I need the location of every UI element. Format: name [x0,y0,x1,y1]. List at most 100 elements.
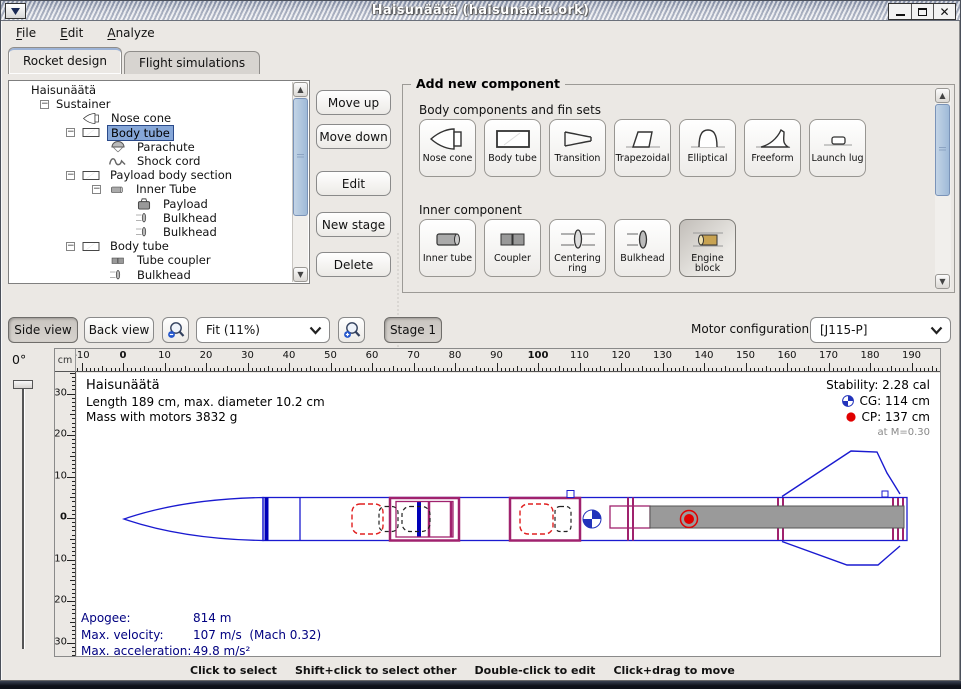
chevron-down-icon [309,326,322,335]
zoom-in-icon [342,320,362,340]
fin-top[interactable] [782,451,900,497]
rocket-name: Haisunäätä [86,378,325,395]
add-component-title: Add new component [411,76,565,91]
component-tree[interactable]: Haisunäätä−SustainerNose cone−Body tubeP… [8,80,310,284]
tree-item[interactable]: Tube coupler [10,253,292,267]
add-engine-block-button[interactable]: Engine block [679,219,736,277]
ruler-label: 60 [366,350,379,361]
tree-collapse-icon[interactable]: − [66,242,75,251]
innertube-icon [428,226,468,252]
tree-item[interactable]: Bulkhead [10,225,292,239]
motor-configuration-select[interactable]: [J115-P] [810,317,951,343]
tree-item-label: Tube coupler [134,253,214,267]
tree-item-label: Bulkhead [160,225,220,239]
title-bar[interactable]: Haisunäätä (haisunaata.ork) ✕ [1,1,960,21]
scroll-up-icon[interactable]: ▲ [293,82,308,97]
minimize-button[interactable] [889,4,911,19]
maximize-button[interactable] [911,4,933,19]
add-coupler-button[interactable]: Coupler [484,219,541,277]
tree-item[interactable]: −Body tube [10,126,292,140]
tree-scrollbar-thumb[interactable] [293,98,308,216]
menu-edit[interactable]: Edit [60,26,83,40]
tree-item[interactable]: Parachute [10,140,292,154]
edit-button[interactable]: Edit [316,171,391,196]
tree-item[interactable]: Payload [10,197,292,211]
zoom-out-button[interactable] [162,317,189,343]
add-trapezoidal-button[interactable]: Trapezoidal [614,119,671,177]
tree-item[interactable]: Haisunäätä [10,83,292,97]
add-freeform-button[interactable]: Freeform [744,119,801,177]
launch-lug[interactable] [882,491,888,497]
tree-collapse-icon[interactable]: − [92,185,101,194]
ruler-label: -10 [76,350,90,361]
tab-rocket-design[interactable]: Rocket design [8,47,122,74]
side-view-button[interactable]: Side view [8,317,78,343]
ruler-label: 20 [200,350,213,361]
scroll-down-icon[interactable]: ▼ [293,267,308,282]
tree-item-label: Parachute [134,140,198,154]
tree-scrollbar[interactable]: ▲ ▼ [292,82,308,282]
flight-stat-row: Max. acceleration:49.8 m/s² [81,643,321,656]
component-panel-scrollbar[interactable]: ▲ ▼ [935,88,951,289]
tab-flight-simulations[interactable]: Flight simulations [124,51,260,74]
tree-item[interactable]: Bulkhead [10,211,292,225]
menu-file[interactable]: File [16,26,36,40]
rotation-slider-track[interactable] [22,384,24,649]
delete-button[interactable]: Delete [316,252,391,277]
move-down-button[interactable]: Move down [316,124,391,149]
move-up-button[interactable]: Move up [316,90,391,115]
add-inner-tube-button[interactable]: Inner tube [419,219,476,277]
tree-collapse-icon[interactable]: − [66,128,75,137]
motor-configuration-label: Motor configuration: [691,322,813,336]
tree-item-label: Bulkhead [134,268,194,282]
tree-item-label: Haisunäätä [28,83,99,97]
scroll-down-icon[interactable]: ▼ [935,274,950,289]
component-scrollbar-thumb[interactable] [935,104,950,196]
rotation-slider-handle[interactable] [13,380,33,389]
menu-analyze[interactable]: Analyze [107,26,154,40]
ruler-label: 90 [490,350,503,361]
tree-item[interactable]: Shock cord [10,154,292,168]
tree-item[interactable]: Bulkhead [10,267,292,281]
mach-condition: at M=0.30 [826,426,930,440]
bulkhead-icon [133,211,155,224]
tree-collapse-icon[interactable]: − [40,100,49,109]
chevron-down-icon [930,326,943,335]
flight-stat-row: Max. velocity:107 m/s (Mach 0.32) [81,627,321,644]
rocket-canvas[interactable]: Haisunäätä Length 189 cm, max. diameter … [77,373,940,656]
zoom-level-select[interactable]: Fit (11%) [196,317,330,343]
stability-value: Stability: 2.28 cal [826,377,930,393]
zoom-in-button[interactable] [338,317,365,343]
add-centering-ring-button[interactable]: Centering ring [549,219,606,277]
add-bulkhead-button[interactable]: Bulkhead [614,219,671,277]
parachute-outline[interactable] [352,504,383,534]
tree-collapse-icon[interactable]: − [66,171,75,180]
rotation-angle-label: 0° [12,352,26,367]
add-nose-cone-button[interactable]: Nose cone [419,119,476,177]
component-group-label: Inner component [419,203,522,217]
tree-item[interactable]: −Payload body section [10,168,292,182]
parachute-outline[interactable] [520,504,553,534]
tree-item[interactable]: −Body tube [10,239,292,253]
add-transition-button[interactable]: Transition [549,119,606,177]
ruler-label: -10 [55,470,67,481]
tree-item[interactable]: −Sustainer [10,97,292,111]
tree-item[interactable]: Nose cone [10,111,292,125]
new-stage-button[interactable]: New stage [316,212,391,237]
ruler-label: 190 [902,350,921,361]
add-body-tube-button[interactable]: Body tube [484,119,541,177]
component-group-label: Body components and fin sets [419,103,601,117]
transition-icon [558,126,598,152]
scroll-up-icon[interactable]: ▲ [935,88,950,103]
launch-lug[interactable] [567,491,574,498]
tree-item-label: Nose cone [108,111,174,125]
add-launch-lug-button[interactable]: Launch lug [809,119,866,177]
add-elliptical-button[interactable]: Elliptical [679,119,736,177]
coupler-icon [107,254,129,267]
fin-bottom[interactable] [782,542,900,566]
bodytube-icon [80,240,102,253]
back-view-button[interactable]: Back view [84,317,154,343]
close-button[interactable]: ✕ [933,4,955,19]
stage-1-button[interactable]: Stage 1 [384,317,442,343]
tree-item[interactable]: −Inner Tube [10,182,292,196]
